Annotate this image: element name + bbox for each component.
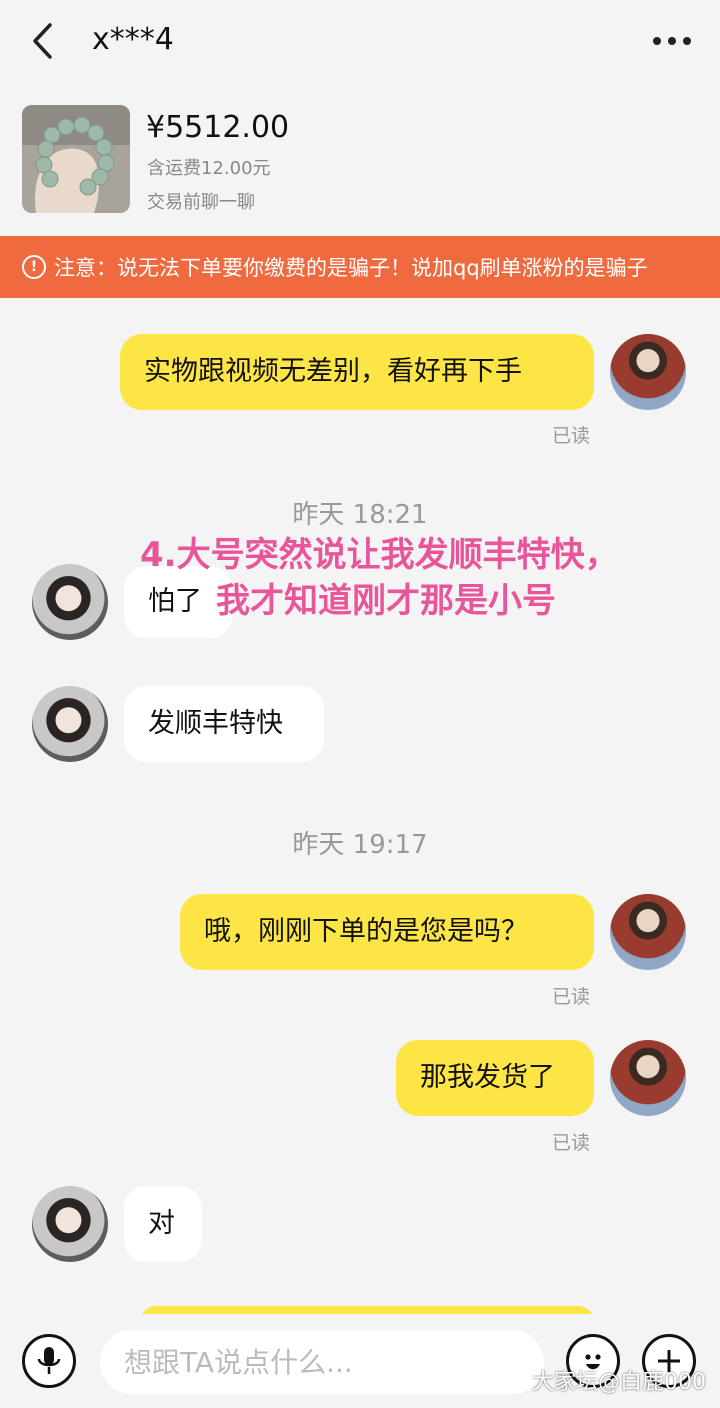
microphone-icon (37, 1347, 61, 1374)
read-status: 已读 (552, 425, 591, 447)
chevron-left-icon (33, 23, 52, 59)
message-bubble-received[interactable]: 对 (124, 1186, 202, 1262)
read-status: 已读 (552, 1132, 591, 1154)
contact-avatar[interactable] (32, 686, 108, 762)
message-input-bar: 大家坛@白鹿000 (0, 1314, 720, 1408)
message-input[interactable] (100, 1330, 544, 1394)
read-status: 已读 (552, 986, 591, 1008)
shipping-fee: 含运费12.00元 (147, 158, 271, 179)
voice-button[interactable] (22, 1334, 76, 1388)
message-timestamp: 昨天 18:21 (292, 500, 428, 530)
scam-warning-banner: ! 注意：说无法下单要你缴费的是骗子！说加qq刷单涨粉的是骗子 (0, 236, 720, 298)
pretalk-hint: 交易前聊一聊 (147, 192, 255, 213)
my-avatar[interactable] (610, 334, 686, 410)
more-options-button[interactable] (644, 22, 700, 60)
back-button[interactable] (22, 18, 62, 64)
message-bubble-sent[interactable]: 那我发货了 (396, 1040, 594, 1116)
message-bubble-received[interactable]: 发顺丰特快 (124, 686, 324, 762)
alert-icon: ! (22, 255, 46, 279)
more-dots-icon (653, 37, 661, 45)
watermark: 大家坛@白鹿000 (532, 1370, 706, 1395)
warning-text: 注意：说无法下单要你缴费的是骗子！说加qq刷单涨粉的是骗子 (54, 256, 648, 280)
my-avatar[interactable] (610, 894, 686, 970)
product-price: ¥5512.00 (146, 110, 290, 145)
contact-avatar[interactable] (32, 1186, 108, 1262)
my-avatar[interactable] (610, 1040, 686, 1116)
message-timestamp: 昨天 19:17 (292, 830, 428, 860)
message-bubble-sent[interactable]: 哦，刚刚下单的是您是吗？ (180, 894, 594, 970)
contact-avatar[interactable] (32, 564, 108, 640)
product-image[interactable] (22, 105, 130, 213)
chat-header: x***4 (0, 0, 720, 82)
annotation-overlay: 4.大号突然说让我发顺丰特快， 我才知道刚才那是小号 (140, 532, 700, 624)
annotation-line-1: 4.大号突然说让我发顺丰特快， (140, 535, 619, 575)
message-bubble-sent[interactable]: 实物跟视频无差别，看好再下手 (120, 334, 594, 410)
annotation-line-2: 我才知道刚才那是小号 (216, 581, 556, 621)
product-card[interactable]: ¥5512.00 含运费12.00元 交易前聊一聊 (0, 96, 720, 226)
chat-title: x***4 (92, 22, 174, 57)
